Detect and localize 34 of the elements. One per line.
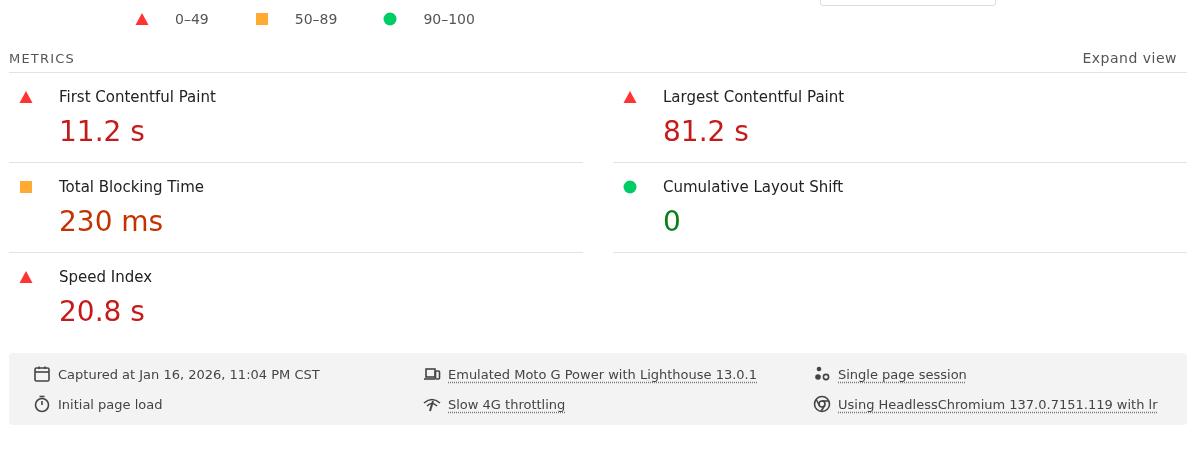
metric-label: First Contentful Paint <box>59 87 217 106</box>
runtime-info: Using HeadlessChromium 137.0.7151.119 with lr <box>838 396 1158 412</box>
circle-icon <box>383 12 398 26</box>
runtime-info: Captured at Jan 16, 2026, 11:04 PM CST <box>58 366 320 382</box>
legend-label: 0–49 <box>175 11 209 27</box>
runtime-info: Emulated Moto G Power with Lighthouse 13.0.1 <box>448 366 757 382</box>
circles-icon <box>813 365 831 383</box>
runtime-info: Initial page load <box>58 396 163 412</box>
metric-value: 11.2 s <box>59 114 146 148</box>
metric-label: Cumulative Layout Shift <box>663 177 845 196</box>
metric-label: Largest Contentful Paint <box>663 87 846 106</box>
square-icon <box>19 180 33 194</box>
metric-value: 20.8 s <box>59 295 146 328</box>
triangle-icon <box>623 90 637 104</box>
triangle-icon <box>19 270 33 284</box>
browser-icon <box>813 395 831 413</box>
triangle-icon <box>19 90 33 104</box>
stopwatch-icon <box>33 395 51 413</box>
runtime-info: Slow 4G throttling <box>448 396 566 412</box>
section-title: METRICS <box>9 51 75 66</box>
metric-value: 230 ms <box>59 204 165 238</box>
triangle-icon <box>135 12 149 26</box>
metric-label: Speed Index <box>59 267 154 286</box>
square-icon <box>254 12 269 26</box>
circle-icon <box>623 180 637 194</box>
runtime-info: Single page session <box>838 366 967 382</box>
legend-label: 50–89 <box>294 11 338 27</box>
metric-label: Total Blocking Time <box>59 177 206 196</box>
metric-value: 0 <box>663 204 682 238</box>
devices-icon <box>423 365 441 383</box>
legend-label: 90–100 <box>423 11 475 27</box>
calendar-icon <box>33 365 51 383</box>
expand-view-link[interactable]: Expand view <box>1082 50 1187 66</box>
metric-value: 81.2 s <box>663 114 750 148</box>
